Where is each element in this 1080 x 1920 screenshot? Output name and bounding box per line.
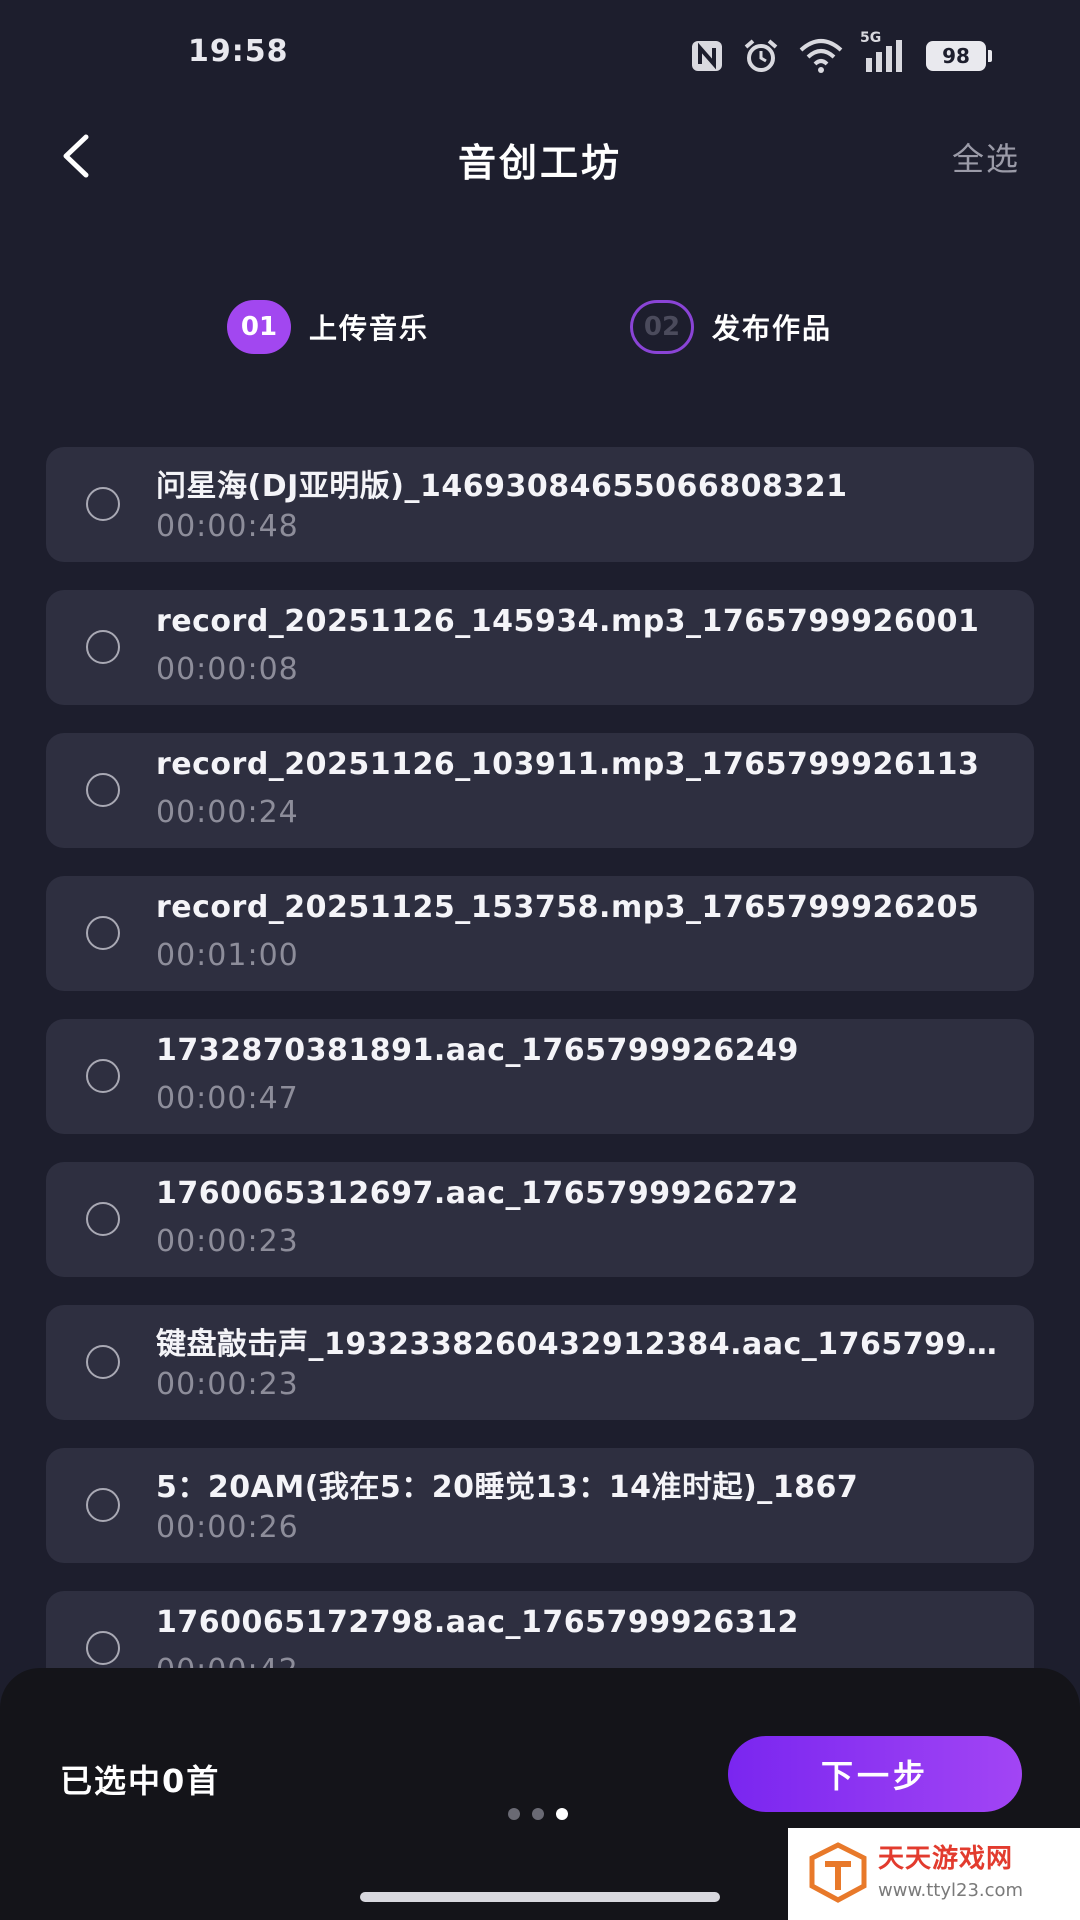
watermark: 天天游戏网 www.ttyl23.com xyxy=(788,1828,1080,1920)
file-duration: 00:00:48 xyxy=(156,509,299,544)
file-name: 1760065172798.aac_1765799926312 xyxy=(156,1605,799,1640)
battery-level: 98 xyxy=(926,41,986,71)
file-duration: 00:00:23 xyxy=(156,1224,299,1259)
file-name: 1732870381891.aac_1765799926249 xyxy=(156,1033,799,1068)
select-radio[interactable] xyxy=(86,1631,120,1665)
list-item[interactable]: record_20251126_103911.mp3_1765799926113… xyxy=(46,733,1034,848)
network-label: 5G xyxy=(860,30,882,46)
status-bar: 19:58 5G 98 xyxy=(0,0,1080,110)
home-indicator[interactable] xyxy=(360,1892,720,1902)
file-name: record_20251126_145934.mp3_1765799926001 xyxy=(156,604,980,639)
page-dot-active xyxy=(556,1808,568,1820)
watermark-url: www.ttyl23.com xyxy=(878,1880,1024,1901)
page-title: 音创工坊 xyxy=(457,141,622,185)
list-item[interactable]: 1732870381891.aac_1765799926249 00:00:47 xyxy=(46,1019,1034,1134)
signal-icon: 5G xyxy=(860,30,908,74)
select-radio[interactable] xyxy=(86,1059,120,1093)
step-indicator: 01 上传音乐 02 发布作品 xyxy=(0,300,1080,360)
file-name: 问星海(DJ亚明版)_14693084655066808321 xyxy=(156,469,848,504)
audio-file-list[interactable]: 问星海(DJ亚明版)_14693084655066808321 00:00:48… xyxy=(46,447,1034,1669)
file-name: record_20251126_103911.mp3_1765799926113 xyxy=(156,747,980,782)
page-dots xyxy=(508,1808,568,1820)
next-step-button[interactable]: 下一步 xyxy=(728,1736,1022,1812)
select-radio[interactable] xyxy=(86,1345,120,1379)
file-duration: 00:00:23 xyxy=(156,1367,299,1402)
file-name: 1760065312697.aac_1765799926272 xyxy=(156,1176,799,1211)
file-duration: 00:00:24 xyxy=(156,795,299,830)
list-item[interactable]: 问星海(DJ亚明版)_14693084655066808321 00:00:48 xyxy=(46,447,1034,562)
select-radio[interactable] xyxy=(86,1488,120,1522)
nfc-icon xyxy=(690,39,724,73)
step-label: 发布作品 xyxy=(712,312,833,345)
select-radio[interactable] xyxy=(86,630,120,664)
file-name: record_20251125_153758.mp3_1765799926205 xyxy=(156,890,980,925)
file-duration: 00:00:26 xyxy=(156,1510,299,1545)
list-item[interactable]: 1760065312697.aac_1765799926272 00:00:23 xyxy=(46,1162,1034,1277)
list-item[interactable]: 5：20AM(我在5：20睡觉13：14准时起)_1867 00:00:26 xyxy=(46,1448,1034,1563)
selected-count: 已选中0首 xyxy=(60,1762,221,1800)
select-radio[interactable] xyxy=(86,487,120,521)
status-icons: 5G 98 xyxy=(690,30,992,76)
file-duration: 00:01:00 xyxy=(156,938,299,973)
step-publish-work: 02 发布作品 xyxy=(630,300,832,354)
watermark-logo-icon xyxy=(809,1842,867,1903)
list-item[interactable]: 1760065172798.aac_1765799926312 00:00:42 xyxy=(46,1591,1034,1669)
select-radio[interactable] xyxy=(86,916,120,950)
file-name: 5：20AM(我在5：20睡觉13：14准时起)_1867 xyxy=(156,1470,859,1505)
select-radio[interactable] xyxy=(86,1202,120,1236)
file-duration: 00:00:47 xyxy=(156,1081,299,1116)
battery-tip xyxy=(988,50,992,62)
select-radio[interactable] xyxy=(86,773,120,807)
alarm-icon xyxy=(742,37,780,75)
battery-icon: 98 xyxy=(926,41,992,71)
list-item[interactable]: record_20251125_153758.mp3_1765799926205… xyxy=(46,876,1034,991)
watermark-name: 天天游戏网 xyxy=(878,1844,1014,1874)
list-item[interactable]: 键盘敲击声_1932338260432912384.aac_1765799926… xyxy=(46,1305,1034,1420)
file-duration: 00:00:08 xyxy=(156,652,299,687)
step-number: 01 xyxy=(227,300,291,354)
status-time: 19:58 xyxy=(188,34,289,69)
app-screen: 19:58 5G 98 音创工坊 全选 01 上传音乐 02 发布作品 问星海(… xyxy=(0,0,1080,1920)
step-upload-music: 01 上传音乐 xyxy=(227,300,429,354)
step-number: 02 xyxy=(630,300,694,354)
page-dot xyxy=(532,1808,544,1820)
list-item[interactable]: record_20251126_145934.mp3_1765799926001… xyxy=(46,590,1034,705)
file-name: 键盘敲击声_1932338260432912384.aac_1765799926… xyxy=(156,1327,1006,1362)
step-label: 上传音乐 xyxy=(309,312,430,345)
file-duration: 00:00:42 xyxy=(156,1653,299,1669)
select-all-button[interactable]: 全选 xyxy=(952,134,1020,180)
page-dot xyxy=(508,1808,520,1820)
header: 音创工坊 全选 xyxy=(0,110,1080,202)
wifi-icon xyxy=(798,38,844,74)
